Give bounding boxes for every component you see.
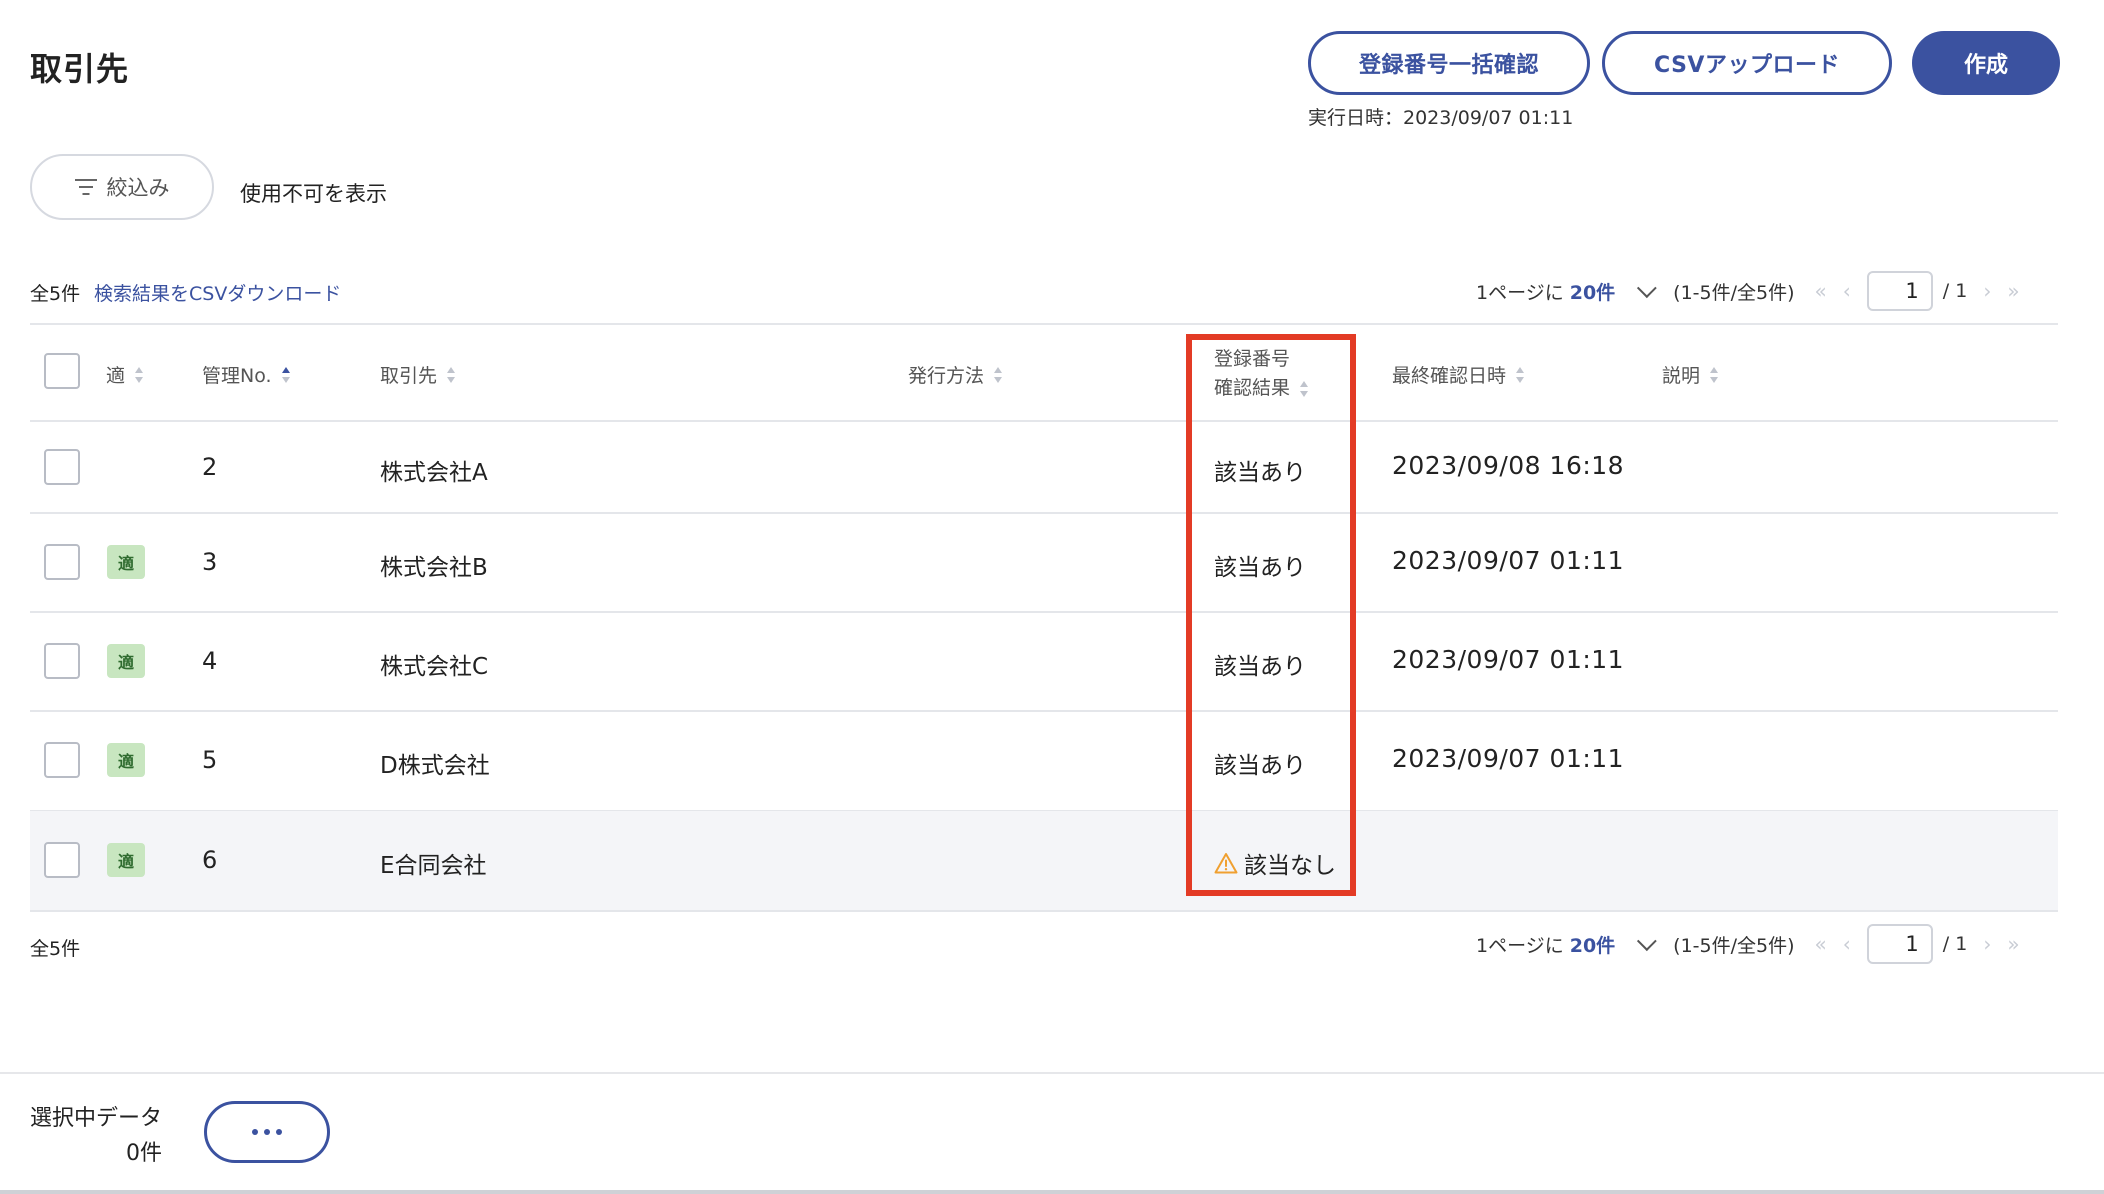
page-input[interactable]: 1 [1866,271,1933,311]
chevron-down-icon[interactable] [1637,931,1657,952]
selection-label: 選択中データ [30,1106,163,1131]
filter-label: 絞込み [106,176,170,200]
row-checkbox[interactable] [44,544,80,580]
filter-button[interactable]: 絞込み [30,154,214,220]
total-count-top: 全5件 [30,283,81,305]
page-range: (1-5件/全5件) [1673,934,1795,957]
sort-icon [447,366,456,383]
filter-icon [74,179,97,195]
fit-badge: 適 [107,545,145,579]
next-page-icon[interactable]: › [1983,279,1993,303]
page-total: / 1 [1942,933,1968,955]
header-partner[interactable]: 取引先 [380,361,456,388]
sort-icon [1710,366,1719,383]
first-page-icon[interactable]: « [1815,932,1829,956]
fit-badge: 適 [107,843,145,877]
per-page-label: 1ページに [1476,934,1564,957]
row-checkbox[interactable] [44,742,80,778]
select-all-checkbox[interactable] [44,353,80,389]
total-count-bottom: 全5件 [30,938,81,960]
bulk-confirm-button[interactable]: 登録番号一括確認 [1308,31,1590,95]
row-no: 4 [202,647,218,675]
row-partner[interactable]: 株式会社C [380,647,488,681]
row-checkbox[interactable] [44,449,80,485]
page-total: / 1 [1942,280,1968,302]
show-disabled-toggle[interactable]: 使用不可を表示 [240,178,387,208]
footer-divider [0,1072,2104,1074]
more-actions-button[interactable] [204,1101,330,1163]
csv-upload-button[interactable]: CSVアップロード [1602,31,1892,95]
pagination-top: 1ページに 20件 (1-5件/全5件) « ‹ 1 / 1 › » [1476,271,2022,311]
sort-asc-icon [281,366,290,383]
per-page-label: 1ページに [1476,281,1564,304]
last-page-icon[interactable]: » [2007,279,2021,303]
row-partner[interactable]: E合同会社 [380,846,487,880]
header-issue-method[interactable]: 発行方法 [908,361,1003,388]
page-range: (1-5件/全5件) [1673,281,1795,304]
row-last-checked: 2023/09/08 16:18 [1392,451,1625,480]
page-title: 取引先 [30,50,130,88]
csv-download-link[interactable]: 検索結果をCSVダウンロード [94,279,341,306]
header-description[interactable]: 説明 [1662,361,1719,388]
last-page-icon[interactable]: » [2007,932,2021,956]
first-page-icon[interactable]: « [1815,279,1829,303]
row-no: 2 [202,453,218,481]
row-no: 5 [202,746,218,774]
next-page-icon[interactable]: › [1983,932,1993,956]
prev-page-icon[interactable]: ‹ [1843,932,1853,956]
sort-icon [1516,366,1525,383]
selection-count: 0件 [126,1141,162,1166]
per-page-select[interactable]: 20件 [1570,278,1615,305]
window-bottom-edge [0,1190,2104,1194]
highlight-annotation [1186,334,1356,896]
row-last-checked: 2023/09/07 01:11 [1392,645,1625,674]
row-no: 3 [202,548,218,576]
header-fit[interactable]: 適 [106,361,144,388]
row-no: 6 [202,846,218,874]
create-button[interactable]: 作成 [1912,31,2060,95]
row-partner[interactable]: D株式会社 [380,746,490,780]
pagination-bottom: 1ページに 20件 (1-5件/全5件) « ‹ 1 / 1 › » [1476,924,2022,964]
chevron-down-icon[interactable] [1637,278,1657,299]
exec-time-text: 実行日時：2023/09/07 01:11 [1308,107,1574,129]
row-partner[interactable]: 株式会社A [380,453,488,487]
more-icon [252,1129,258,1135]
row-checkbox[interactable] [44,842,80,878]
header-last-checked[interactable]: 最終確認日時 [1392,361,1525,388]
prev-page-icon[interactable]: ‹ [1843,279,1853,303]
fit-badge: 適 [107,644,145,678]
fit-badge: 適 [107,743,145,777]
row-partner[interactable]: 株式会社B [380,548,488,582]
header-mgmt-no[interactable]: 管理No. [202,361,290,388]
row-last-checked: 2023/09/07 01:11 [1392,744,1625,773]
per-page-select[interactable]: 20件 [1570,931,1615,958]
page-input[interactable]: 1 [1866,924,1933,964]
row-checkbox[interactable] [44,643,80,679]
sort-icon [135,366,144,383]
sort-icon [994,366,1003,383]
row-last-checked: 2023/09/07 01:11 [1392,546,1625,575]
